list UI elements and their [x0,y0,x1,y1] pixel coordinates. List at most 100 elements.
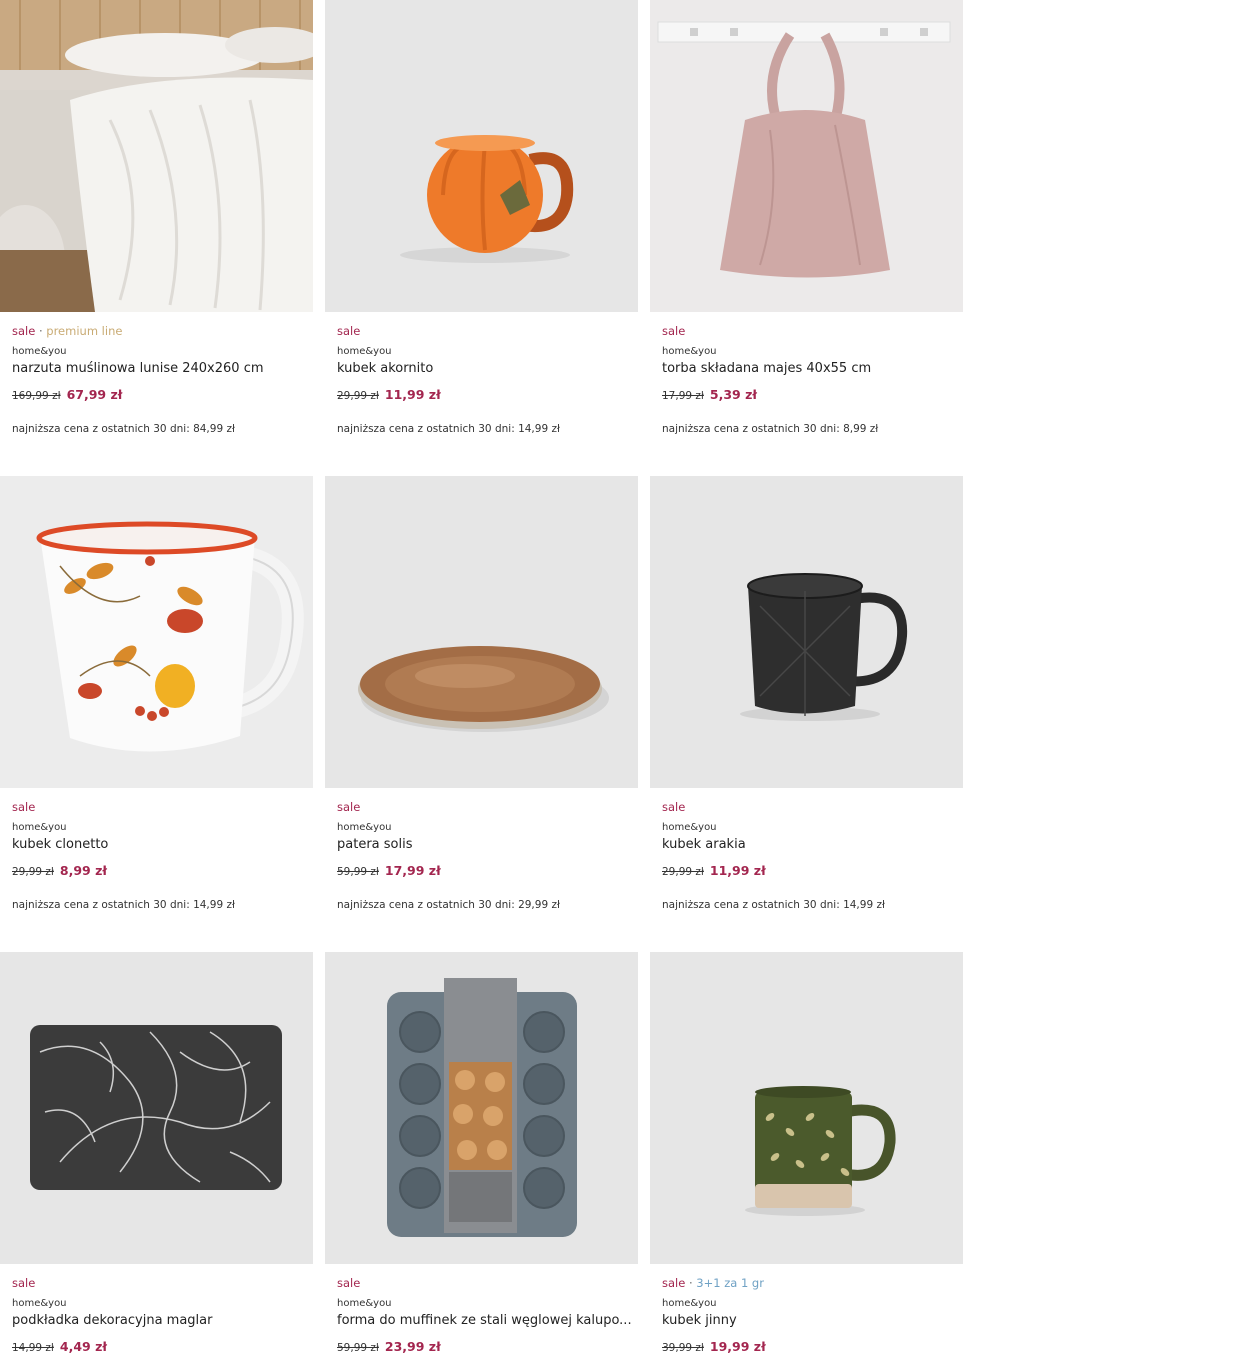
product-name[interactable]: kubek clonetto [12,837,307,853]
product-image[interactable] [650,0,963,312]
old-price: 29,99 zł [337,390,379,402]
green-mug-photo [650,952,963,1264]
product-prices: 29,99 zł 11,99 zł [662,863,957,880]
old-price: 39,99 zł [662,1342,704,1354]
lowest-price-note: najniższa cena z ostatnich 30 dni: 14,99… [337,423,560,435]
product-image[interactable] [0,952,313,1264]
old-price: 17,99 zł [662,390,704,402]
sale-tag[interactable]: sale [12,800,35,814]
sale-price: 23,99 zł [384,1339,441,1354]
product-name[interactable]: kubek akornito [337,361,632,377]
product-info: sale home&you patera solis 59,99 zł 17,99… [337,800,632,912]
product-tags: sale [12,1276,307,1290]
product-brand: home&you [662,822,717,833]
product-name[interactable]: kubek arakia [662,837,957,853]
product-tags: sale · premium line [12,324,307,338]
product-image[interactable] [650,476,963,788]
sale-price: 67,99 zł [66,387,123,402]
product-tags: sale [662,324,957,338]
sale-tag[interactable]: sale [12,1276,35,1290]
pumpkin-mug-photo [325,0,638,312]
product-image[interactable] [650,952,963,1264]
sale-tag[interactable]: sale [662,1276,685,1290]
product-brand: home&you [337,346,392,357]
product-brand: home&you [662,1298,717,1309]
product-prices: 59,99 zł 17,99 zł [337,863,632,880]
old-price: 29,99 zł [662,866,704,878]
product-info: sale home&you kubek arakia 29,99 zł 11,99… [662,800,957,912]
product-brand: home&you [12,1298,67,1309]
product-tags: sale [337,800,632,814]
sale-tag[interactable]: sale [662,324,685,338]
lowest-price-note: najniższa cena z ostatnich 30 dni: 84,99… [12,423,235,435]
sale-price: 4,49 zł [59,1339,108,1354]
old-price: 59,99 zł [337,1342,379,1354]
black-mug-photo [650,476,963,788]
product-image[interactable] [0,0,313,312]
muffin-tray-photo [325,952,638,1264]
product-info: sale home&you torba składana majes 40x55… [662,324,957,436]
placemat-photo [0,952,313,1264]
product-prices: 17,99 zł 5,39 zł [662,387,957,404]
product-info: sale home&you podkładka dekoracyjna magl… [12,1276,307,1356]
product-brand: home&you [12,822,67,833]
product-prices: 14,99 zł 4,49 zł [12,1339,307,1356]
sale-tag[interactable]: sale [337,800,360,814]
sale-price: 8,99 zł [59,863,108,878]
product-name[interactable]: kubek jinny [662,1313,957,1329]
tote-bag-photo [650,0,963,312]
product-tags: sale [337,324,632,338]
product-tags: sale · 3+1 za 1 gr [662,1276,957,1290]
promo-tag[interactable]: 3+1 za 1 gr [696,1276,764,1290]
old-price: 169,99 zł [12,390,61,402]
tag-separator: · [35,324,47,338]
sale-price: 11,99 zł [709,863,766,878]
autumn-mug-photo [0,476,313,788]
product-prices: 29,99 zł 11,99 zł [337,387,632,404]
product-prices: 169,99 zł 67,99 zł [12,387,307,404]
product-name[interactable]: torba składana majes 40x55 cm [662,361,957,377]
sale-tag[interactable]: sale [12,324,35,338]
product-image[interactable] [325,0,638,312]
lowest-price-note: najniższa cena z ostatnich 30 dni: 8,99 … [662,423,879,435]
product-brand: home&you [662,346,717,357]
old-price: 29,99 zł [12,866,54,878]
product-tags: sale [337,1276,632,1290]
product-tags: sale [12,800,307,814]
product-info: sale home&you kubek akornito 29,99 zł 11,… [337,324,632,436]
product-name[interactable]: narzuta muślinowa lunise 240x260 cm [12,361,307,377]
lowest-price-note: najniższa cena z ostatnich 30 dni: 14,99… [12,899,235,911]
product-name[interactable]: patera solis [337,837,632,853]
product-name[interactable]: forma do muffinek ze stali węglowej kalu… [337,1313,632,1329]
sale-price: 19,99 zł [709,1339,766,1354]
product-brand: home&you [337,822,392,833]
tag-separator: · [685,1276,697,1290]
sale-tag[interactable]: sale [337,1276,360,1290]
product-info: sale · 3+1 za 1 gr home&you kubek jinny … [662,1276,957,1356]
premium-line-tag[interactable]: premium line [46,324,122,338]
sale-price: 5,39 zł [709,387,758,402]
gold-plate-photo [325,476,638,788]
product-info: sale · premium line home&you narzuta muś… [12,324,307,436]
sale-tag[interactable]: sale [662,800,685,814]
sale-price: 17,99 zł [384,863,441,878]
product-prices: 59,99 zł 23,99 zł [337,1339,632,1356]
product-info: sale home&you forma do muffinek ze stali… [337,1276,632,1356]
sale-price: 11,99 zł [384,387,441,402]
product-image[interactable] [325,952,638,1264]
product-image[interactable] [325,476,638,788]
bedspread-photo [0,0,313,312]
product-info: sale home&you kubek clonetto 29,99 zł 8,9… [12,800,307,912]
old-price: 59,99 zł [337,866,379,878]
product-brand: home&you [12,346,67,357]
product-name[interactable]: podkładka dekoracyjna maglar [12,1313,307,1329]
lowest-price-note: najniższa cena z ostatnich 30 dni: 14,99… [662,899,885,911]
old-price: 14,99 zł [12,1342,54,1354]
product-prices: 39,99 zł 19,99 zł [662,1339,957,1356]
lowest-price-note: najniższa cena z ostatnich 30 dni: 29,99… [337,899,560,911]
sale-tag[interactable]: sale [337,324,360,338]
product-prices: 29,99 zł 8,99 zł [12,863,307,880]
product-tags: sale [662,800,957,814]
product-brand: home&you [337,1298,392,1309]
product-image[interactable] [0,476,313,788]
